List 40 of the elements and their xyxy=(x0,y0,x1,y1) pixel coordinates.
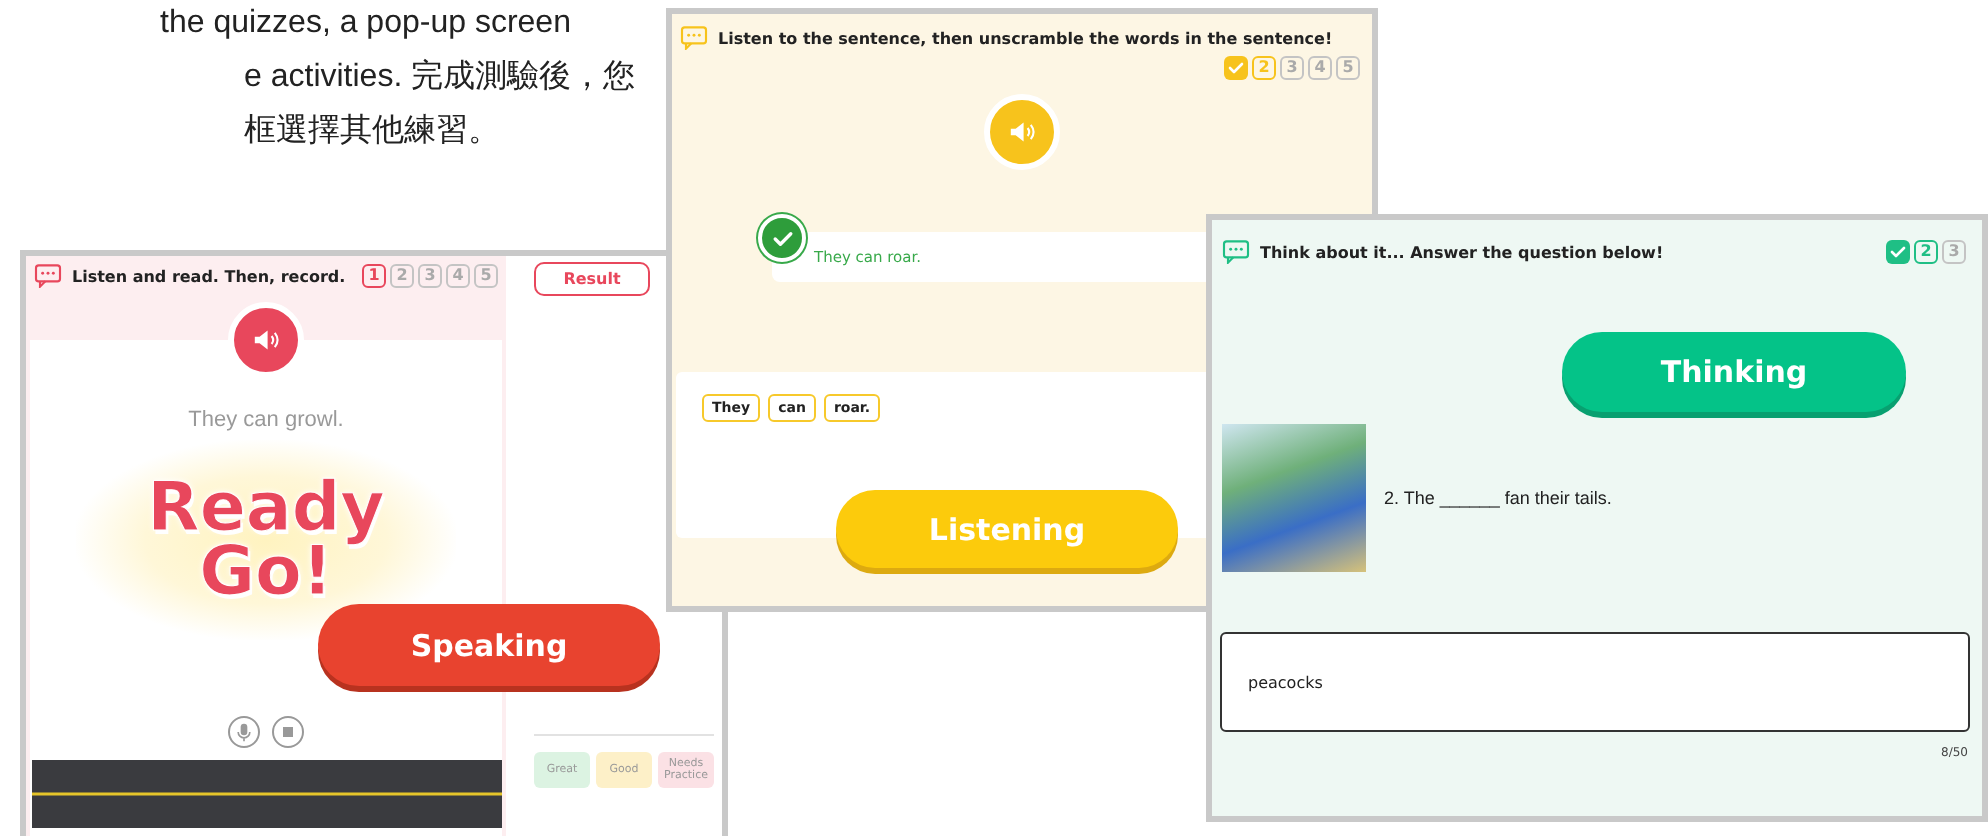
check-icon xyxy=(1888,242,1908,262)
question-text: 2. The ______ fan their tails. xyxy=(1384,488,1612,508)
step-number[interactable]: 2 xyxy=(390,264,414,288)
chat-bubble-icon xyxy=(680,26,708,50)
step-number[interactable]: 4 xyxy=(1308,56,1332,80)
countdown-text: Go! xyxy=(199,540,333,604)
stop-button[interactable] xyxy=(272,716,304,748)
chat-bubble-icon xyxy=(1222,240,1250,264)
step-number[interactable]: 3 xyxy=(418,264,442,288)
step-number[interactable]: 2 xyxy=(1252,56,1276,80)
sentence-text: They can growl. xyxy=(188,408,344,432)
step-number[interactable]: 4 xyxy=(446,264,470,288)
result-button[interactable]: Result xyxy=(534,262,650,296)
thinking-button[interactable]: Thinking xyxy=(1562,332,1906,412)
step-number[interactable]: 5 xyxy=(474,264,498,288)
step-number[interactable]: 3 xyxy=(1280,56,1304,80)
intro-text: e activities. 完成測驗後，您 xyxy=(244,57,636,98)
speaker-button[interactable] xyxy=(984,94,1060,170)
listening-button[interactable]: Listening xyxy=(836,490,1178,568)
instruction-text: Listen and read. Then, record. xyxy=(72,267,348,285)
speaker-icon xyxy=(250,324,282,356)
step-number[interactable]: 2 xyxy=(1914,240,1938,264)
intro-text: 框選擇其他練習。 xyxy=(244,111,500,152)
instruction-text: Listen to the sentence, then unscramble the words in the sentence! xyxy=(718,29,1335,47)
speaking-button[interactable]: Speaking xyxy=(318,604,660,686)
speaker-icon xyxy=(1006,116,1038,148)
intro-text: the quizzes, a pop-up screen xyxy=(160,4,571,44)
answer-field[interactable]: peacocks xyxy=(1220,632,1970,732)
step-number[interactable]: 1 xyxy=(362,264,386,288)
step-number[interactable]: 3 xyxy=(1942,240,1966,264)
step-number[interactable]: 5 xyxy=(1336,56,1360,80)
microphone-button[interactable] xyxy=(228,716,260,748)
microphone-icon xyxy=(234,722,254,742)
countdown-text: Ready xyxy=(147,476,385,540)
chat-bubble-icon xyxy=(34,264,62,288)
completed-step-check[interactable] xyxy=(1886,240,1910,264)
instruction-text: Think about it... Answer the question below! xyxy=(1260,243,1666,261)
stop-icon xyxy=(278,722,298,742)
check-icon xyxy=(1226,58,1246,78)
completed-step-check[interactable] xyxy=(1224,56,1248,80)
